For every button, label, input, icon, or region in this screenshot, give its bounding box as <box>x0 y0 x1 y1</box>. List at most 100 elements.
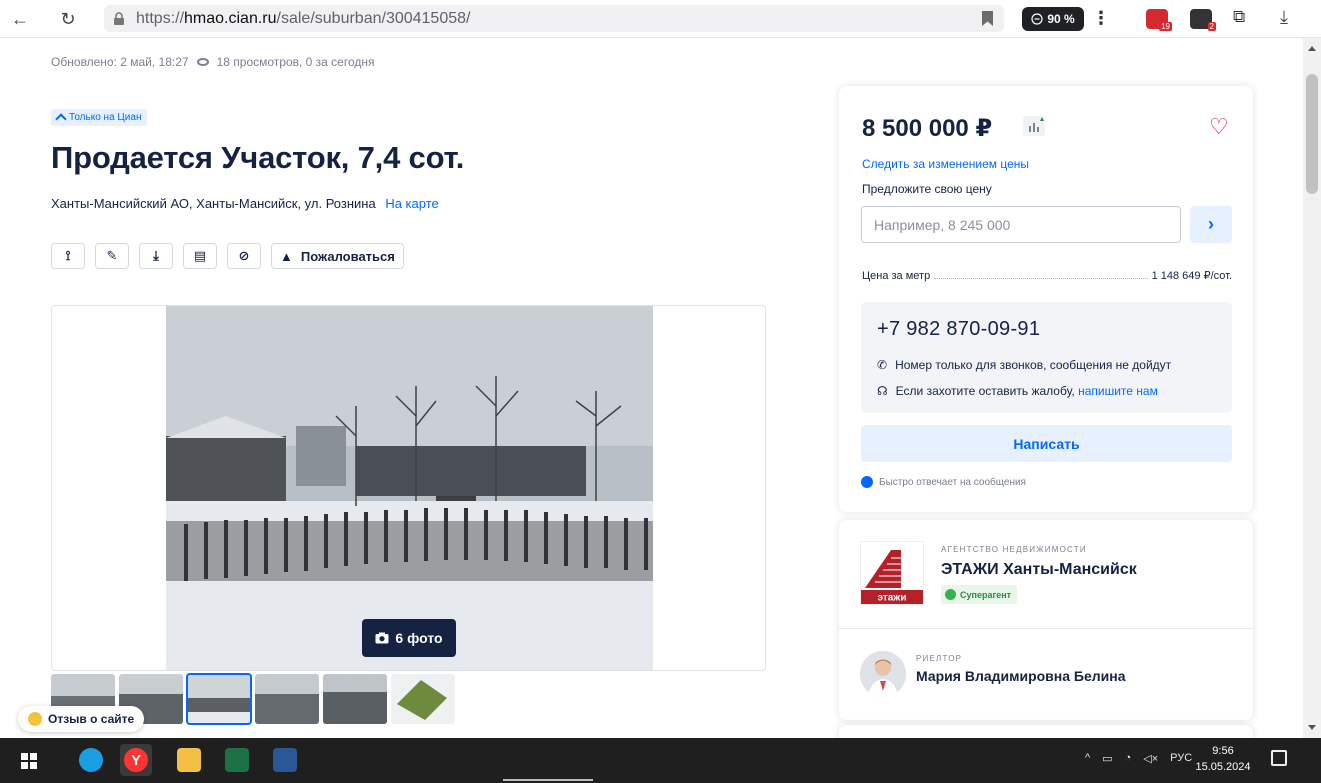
yandex-browser-icon[interactable]: Y <box>120 744 152 776</box>
system-tray[interactable]: ^ ▭ ◔ ◁× РУС <box>1085 752 1192 765</box>
url-prefix: https:// <box>136 9 185 27</box>
share-button[interactable]: ⟟ <box>51 243 85 269</box>
printer-icon: ▤ <box>193 248 207 263</box>
extension-mail-icon[interactable]: 19 <box>1146 9 1172 31</box>
battery-icon[interactable]: ▭ <box>1102 752 1112 765</box>
divider <box>839 628 1253 629</box>
windows-start-icon[interactable] <box>21 753 37 769</box>
yandex-y-icon: Y <box>124 748 148 772</box>
calls-only-text: Номер только для звонков, сообщения не д… <box>895 358 1172 372</box>
only-cian-label: Только на Циан <box>69 112 142 123</box>
eye-icon <box>196 58 209 66</box>
more-menu-icon[interactable]: ⋮ <box>1092 8 1110 29</box>
scrollbar-thumb[interactable] <box>1306 74 1318 194</box>
download-button[interactable]: ⤓ <box>139 243 173 269</box>
speaker-icon[interactable]: ◁× <box>1143 752 1158 765</box>
main-photo[interactable] <box>166 306 653 671</box>
url-domain: hmao.cian.ru <box>184 9 277 27</box>
zoom-indicator[interactable]: 90 % <box>1022 7 1084 31</box>
price-per-unit-value: 1 148 649 ₽/сот. <box>1151 270 1232 282</box>
follow-price-link[interactable]: Следить за изменением цены <box>862 157 1029 171</box>
edge-browser-icon[interactable] <box>79 748 103 772</box>
headset-icon: ☊ <box>877 384 888 398</box>
calls-only-note: ✆ Номер только для звонков, сообщения не… <box>877 358 1171 372</box>
fast-reply-note: Быстро отвечает на сообщения <box>861 476 1026 488</box>
wifi-icon[interactable]: ◔ <box>1125 752 1132 765</box>
back-arrow-icon[interactable]: ← <box>6 5 34 33</box>
lock-icon <box>112 11 126 26</box>
chevron-up-icon[interactable]: ^ <box>1085 752 1090 765</box>
report-label: Пожаловаться <box>300 248 395 264</box>
excel-icon[interactable] <box>225 748 249 772</box>
scroll-up-arrow-icon[interactable] <box>1308 46 1316 51</box>
photo-thumbnail[interactable] <box>323 674 387 724</box>
phone-number[interactable]: +7 982 870-09-91 <box>877 318 1040 341</box>
edit-button[interactable]: ✎ <box>95 243 129 269</box>
page-scrollbar[interactable] <box>1303 38 1321 738</box>
extension-puzzle-icon[interactable]: ⧉ <box>1233 7 1245 27</box>
smile-icon <box>28 712 42 726</box>
chat-icon <box>1031 13 1043 25</box>
phone-icon: ✆ <box>877 358 888 372</box>
suggest-price-label: Предложите свою цену <box>862 182 992 196</box>
price-per-unit-row: Цена за метр 1 148 649 ₽/сот. <box>862 269 1232 282</box>
download-icon[interactable]: ⤓ <box>1280 7 1288 28</box>
warning-icon: ▲ <box>280 248 293 264</box>
clock-date: 15.05.2024 <box>1195 761 1251 773</box>
photos-count: 6 фото <box>395 630 443 646</box>
photo-gallery[interactable]: 6 фото <box>51 305 766 671</box>
agency-type-label: АГЕНТСТВО НЕДВИЖИМОСТИ <box>941 545 1087 554</box>
address-text: Ханты-Мансийский АО, Ханты-Мансийск, ул.… <box>51 196 376 211</box>
agency-logo-text: этажи <box>877 593 906 604</box>
realtor-name[interactable]: Мария Владимировна Белина <box>916 668 1126 684</box>
complaint-link[interactable]: напишите нам <box>1078 384 1158 398</box>
word-icon[interactable] <box>273 748 297 772</box>
price-per-unit-label: Цена за метр <box>862 270 931 282</box>
fast-reply-text: Быстро отвечает на сообщения <box>879 476 1026 488</box>
only-cian-badge: Только на Циан <box>51 109 148 126</box>
complaint-note: ☊ Если захотите оставить жалобу, напишит… <box>877 384 1158 398</box>
feedback-label: Отзыв о сайте <box>48 712 135 726</box>
scroll-down-arrow-icon[interactable] <box>1308 725 1316 730</box>
address-bar[interactable]: https://hmao.cian.ru/sale/suburban/30041… <box>104 5 1004 32</box>
complaint-text: Если захотите оставить жалобу, <box>895 384 1075 398</box>
price-card: 8 500 000 ₽ ♡ Следить за изменением цены… <box>839 86 1253 512</box>
extension-badge: 19 <box>1159 22 1172 31</box>
all-photos-button[interactable]: 6 фото <box>362 619 456 657</box>
reload-icon[interactable]: ↻ <box>54 5 82 33</box>
url-path: /sale/suburban/300415058/ <box>276 9 471 27</box>
notifications-icon[interactable] <box>1271 750 1287 766</box>
pencil-icon: ✎ <box>106 248 118 263</box>
zoom-label: 90 % <box>1047 12 1075 26</box>
realtor-type-label: РИЕЛТОР <box>916 654 963 663</box>
photo-thumbnail[interactable] <box>186 673 252 725</box>
hide-button[interactable]: ⊘ <box>227 243 261 269</box>
report-button[interactable]: ▲ Пожаловаться <box>271 243 404 269</box>
clock[interactable]: 9:56 15.05.2024 <box>1193 743 1253 775</box>
map-link[interactable]: На карте <box>385 196 438 211</box>
photo-thumbnail[interactable] <box>255 674 319 724</box>
language-indicator[interactable]: РУС <box>1170 752 1192 765</box>
hide-eye-icon: ⊘ <box>238 248 250 263</box>
download-icon: ⤓ <box>153 248 159 263</box>
write-message-button[interactable]: Написать <box>861 425 1232 462</box>
favorite-heart-icon[interactable]: ♡ <box>1209 114 1229 140</box>
site-feedback-button[interactable]: Отзыв о сайте <box>18 706 145 732</box>
print-button[interactable]: ▤ <box>183 243 217 269</box>
agency-name[interactable]: ЭТАЖИ Ханты-Мансийск <box>941 561 1137 579</box>
offer-price-input[interactable] <box>861 206 1181 243</box>
agency-logo[interactable]: этажи <box>860 541 924 605</box>
updated-date: Обновлено: 2 май, 18:27 <box>51 55 189 69</box>
photo-thumbnail[interactable] <box>391 674 455 724</box>
camera-icon <box>375 632 389 644</box>
superagent-label: Суперагент <box>960 589 1012 600</box>
realtor-avatar[interactable] <box>860 651 906 697</box>
browser-toolbar: ← ↻ https://hmao.cian.ru/sale/suburban/3… <box>0 0 1321 38</box>
superagent-badge: Суперагент <box>941 585 1018 604</box>
price-history-button[interactable] <box>1023 116 1045 136</box>
offer-submit-button[interactable]: › <box>1190 206 1232 243</box>
file-explorer-icon[interactable] <box>177 748 201 772</box>
extension-shop-icon[interactable]: 2 <box>1190 9 1216 31</box>
clock-icon <box>861 476 873 488</box>
phone-box: +7 982 870-09-91 ✆ Номер только для звон… <box>861 302 1232 413</box>
